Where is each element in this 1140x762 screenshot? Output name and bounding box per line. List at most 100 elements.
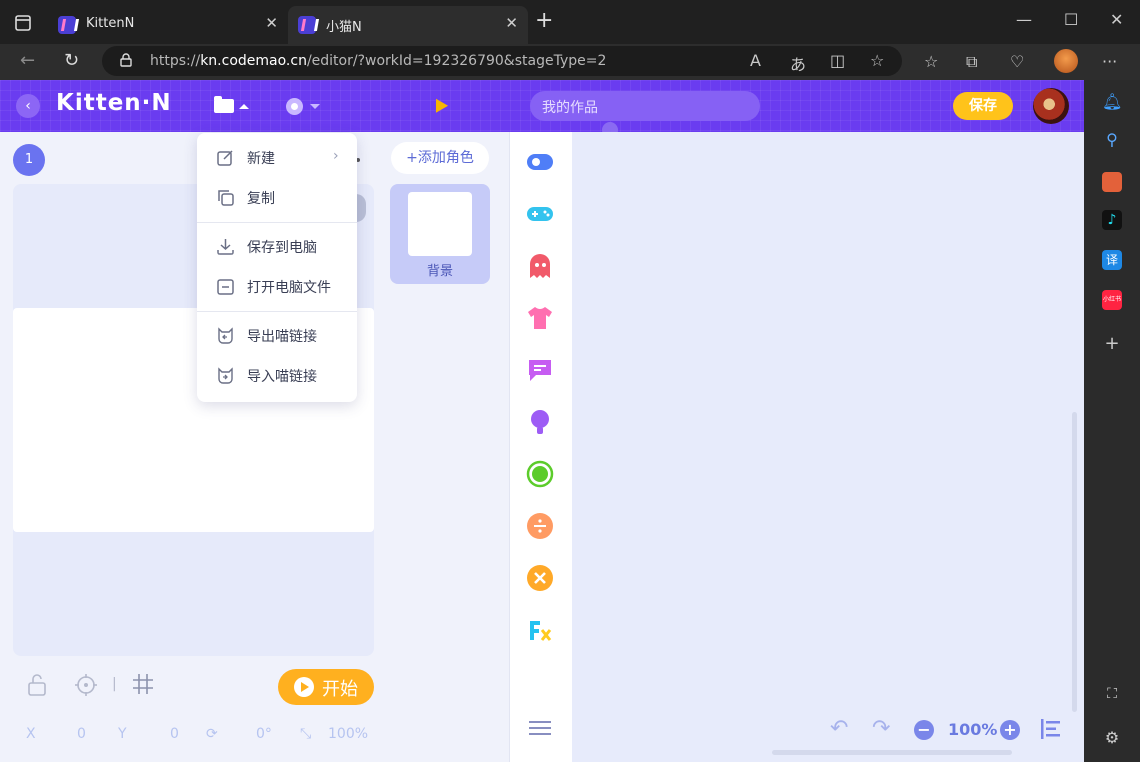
tab-actions-icon[interactable] xyxy=(14,14,32,32)
y-label: Y xyxy=(118,726,127,742)
address-bar[interactable]: https://kn.codemao.cn/editor/?workId=192… xyxy=(102,46,902,76)
menu-item-label: 复制 xyxy=(247,191,275,207)
open-file-icon xyxy=(217,279,234,295)
edge-sidebar: 🔔︎ ⚲ ♪ 译 小红书 + ⛶ ⚙ xyxy=(1084,80,1140,762)
rotation-value[interactable]: 0° xyxy=(256,726,272,742)
scale-value[interactable]: 100% xyxy=(328,726,368,742)
settings-gear-icon[interactable]: ⚙ xyxy=(1102,728,1122,748)
menu-item-copy[interactable]: 复制 xyxy=(197,178,357,218)
gamepad-icon[interactable] xyxy=(526,200,554,228)
zoom-level: 100% xyxy=(948,720,998,739)
folder-icon xyxy=(214,96,234,113)
profile-avatar[interactable] xyxy=(1054,49,1078,73)
refresh-icon[interactable]: ↻ xyxy=(64,50,79,71)
file-menu-button[interactable] xyxy=(212,96,252,118)
screenshot-icon[interactable]: ⛶ xyxy=(1102,684,1122,704)
redo-icon[interactable]: ↷ xyxy=(872,716,890,741)
more-menu-icon[interactable]: ··· xyxy=(1102,52,1117,71)
back-arrow-icon[interactable]: ← xyxy=(20,50,35,71)
lock-icon xyxy=(120,53,132,67)
favorite-star-icon[interactable]: ☆ xyxy=(870,51,884,70)
background-card[interactable]: 背景 xyxy=(390,184,490,284)
gear-icon xyxy=(286,98,303,115)
menu-item-save-to-computer[interactable]: 保存到电脑 xyxy=(197,227,357,267)
copy-icon xyxy=(218,190,234,206)
tools-icon[interactable] xyxy=(1102,172,1122,192)
search-icon[interactable]: ⚲ xyxy=(1102,130,1122,150)
menu-item-import-link[interactable]: 导入喵链接 xyxy=(197,356,357,396)
maximize-icon[interactable]: ☐ xyxy=(1064,10,1078,29)
horizontal-scrollbar[interactable] xyxy=(772,750,1012,755)
read-aloud-icon[interactable]: A xyxy=(750,51,761,70)
my-works-search[interactable]: 我的作品 xyxy=(530,91,760,121)
tab-title: 小猫N xyxy=(326,20,362,35)
chevron-right-icon: › xyxy=(333,148,339,164)
menu-item-export-link[interactable]: 导出喵链接 xyxy=(197,316,357,356)
url-text: https://kn.codemao.cn/editor/?workId=192… xyxy=(150,53,607,69)
code-workspace[interactable]: ↶ ↷ − 100% + xyxy=(572,132,1084,762)
menu-icon[interactable] xyxy=(529,717,551,739)
grid-icon[interactable] xyxy=(132,673,154,695)
new-tab-icon[interactable]: + xyxy=(535,10,553,32)
function-fx-icon[interactable] xyxy=(526,616,554,644)
close-window-icon[interactable]: ✕ xyxy=(1110,10,1123,29)
translate-icon[interactable]: あ xyxy=(790,51,806,75)
back-button[interactable]: ‹ xyxy=(16,94,40,118)
background-label: 背景 xyxy=(426,264,453,279)
y-value[interactable]: 0 xyxy=(170,726,179,742)
bell-icon[interactable]: 🔔︎ xyxy=(1102,92,1122,112)
shirt-icon[interactable] xyxy=(526,304,554,332)
block-category-bar xyxy=(510,132,572,762)
collections-icon[interactable]: ⧉ xyxy=(966,52,977,72)
menu-item-label: 新建 xyxy=(247,151,275,167)
scene-number-badge[interactable]: 1 xyxy=(13,144,45,176)
split-screen-icon[interactable]: ◫ xyxy=(830,51,845,70)
browser-essentials-icon[interactable]: ♡ xyxy=(1010,52,1024,71)
favorites-icon[interactable]: ☆ xyxy=(924,52,938,71)
translate-app-icon[interactable]: 译 xyxy=(1102,250,1122,270)
menu-item-new[interactable]: 新建 › xyxy=(197,138,357,178)
bulb-icon[interactable] xyxy=(526,408,554,436)
start-button[interactable]: 开始 xyxy=(278,669,374,705)
events-toggle-icon[interactable] xyxy=(526,148,554,176)
menu-item-label: 打开电脑文件 xyxy=(247,280,331,296)
close-tab-icon[interactable]: ✕ xyxy=(505,14,518,32)
zoom-out-button[interactable]: − xyxy=(914,720,934,740)
unlock-icon[interactable] xyxy=(26,673,48,697)
kitten-editor: ‹ Kitten·N 我的作品 保存 1 | 开始 X 0 Y 0 ⟳ 0° ⤡… xyxy=(0,80,1084,762)
vertical-scrollbar[interactable] xyxy=(1072,412,1077,712)
kittenn-favicon-icon xyxy=(298,16,316,34)
ghost-icon[interactable] xyxy=(526,252,554,280)
edit-icon xyxy=(217,150,233,166)
math-divide-icon[interactable] xyxy=(526,512,554,540)
cat-export-icon xyxy=(218,327,233,344)
speech-bubble-icon[interactable] xyxy=(526,356,554,384)
browser-tab-xiaomao[interactable]: 小猫N ✕ xyxy=(288,6,528,44)
browser-tab-kittenn[interactable]: KittenN ✕ xyxy=(48,6,288,44)
minimize-icon[interactable]: — xyxy=(1016,10,1032,29)
browser-toolbar: ← ↻ https://kn.codemao.cn/editor/?workId… xyxy=(0,44,1140,80)
align-blocks-icon[interactable] xyxy=(1040,718,1062,740)
resize-icon: ⤡ xyxy=(300,726,312,742)
user-avatar[interactable] xyxy=(1033,88,1069,124)
menu-divider xyxy=(197,222,357,223)
settings-menu-button[interactable] xyxy=(284,96,324,118)
undo-icon[interactable]: ↶ xyxy=(830,716,848,741)
menu-item-open-file[interactable]: 打开电脑文件 xyxy=(197,267,357,307)
zoom-in-button[interactable]: + xyxy=(1000,720,1020,740)
close-tab-icon[interactable]: ✕ xyxy=(265,14,278,32)
circle-target-icon[interactable] xyxy=(526,460,554,488)
download-icon xyxy=(217,239,234,255)
save-button[interactable]: 保存 xyxy=(953,92,1013,120)
file-dropdown-menu: 新建 › 复制 保存到电脑 打开电脑文件 导出喵链接 导入喵链接 xyxy=(197,133,357,402)
add-icon[interactable]: + xyxy=(1102,334,1122,354)
x-value[interactable]: 0 xyxy=(77,726,86,742)
xiaohongshu-icon[interactable]: 小红书 xyxy=(1102,290,1122,310)
start-label: 开始 xyxy=(322,679,358,700)
add-sprite-button[interactable]: +添加角色 xyxy=(391,142,489,174)
rotate-icon: ⟳ xyxy=(206,726,218,742)
variable-x-icon[interactable] xyxy=(526,564,554,592)
kittenn-favicon-icon xyxy=(58,16,76,34)
crosshair-icon[interactable] xyxy=(74,673,98,697)
tiktok-icon[interactable]: ♪ xyxy=(1102,210,1122,230)
